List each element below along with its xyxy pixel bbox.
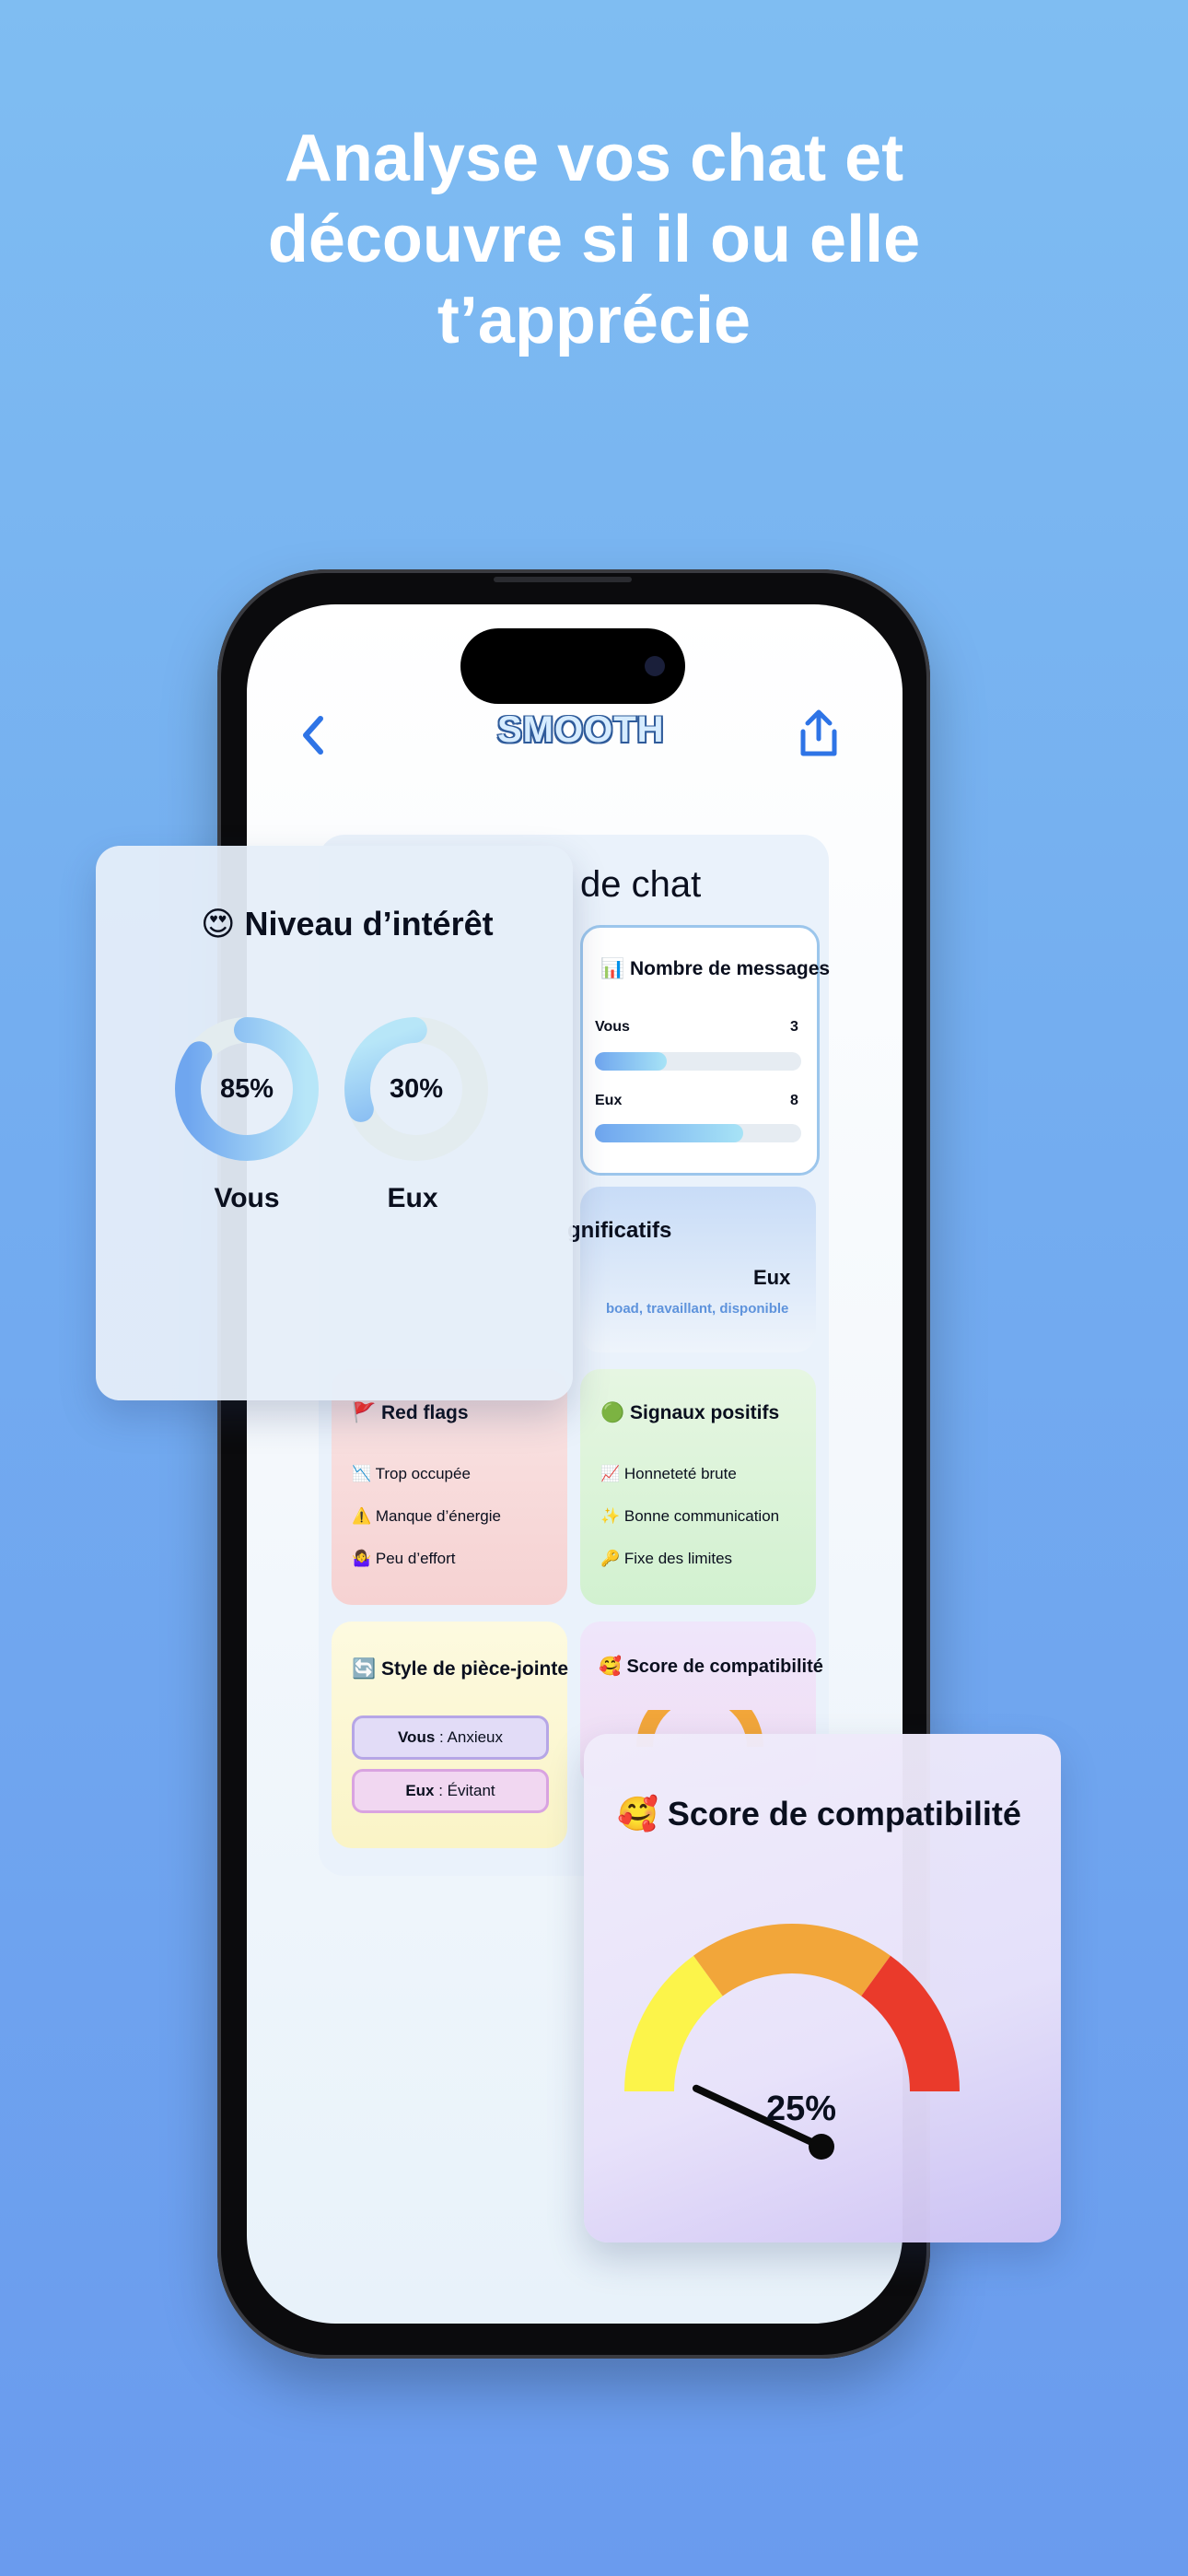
interest-you-percent: 85% [219,1074,274,1104]
red-flag-item: 🤷‍♀️ Peu d’effort [352,1550,456,1567]
compatibility-title: 🥰 Score de compatibilité [617,1795,1021,1832]
messages-them-bar [595,1124,801,1142]
chevron-left-icon [303,716,323,755]
app-logo: SMOOTH [497,709,665,750]
significant-card-title: gnificatifs [567,1218,672,1243]
share-icon [800,709,837,756]
headline-line-1: Analyse vos chat et [284,122,904,195]
headline-line-3: t’apprécie [437,284,751,357]
messages-you-bar [595,1052,801,1071]
interest-you-name: Vous [214,1183,280,1213]
interest-them-percent: 30% [389,1074,444,1104]
positive-signal-item: 🔑 Fixe des limites [600,1550,733,1567]
red-flags-title: 🚩 Red flags [352,1402,469,1423]
red-flag-item: ⚠️ Manque d’énergie [352,1507,501,1525]
red-flag-item: 📉 Trop occupée [352,1465,471,1482]
significant-words: boad, travaillant, disponible [606,1301,789,1317]
gauge-segment-low [624,1955,723,2091]
attachment-you-value: : Anxieux [435,1728,504,1746]
attachment-them-label: Eux [405,1782,435,1799]
phone-speaker [494,577,632,582]
messages-you-count: 3 [790,1019,798,1035]
messages-you-label: Vous [595,1019,630,1035]
compatibility-gauge [624,1924,960,2160]
back-button[interactable] [295,709,332,773]
compatibility-score: 25% [765,2090,837,2128]
messages-them-label: Eux [595,1093,623,1108]
camera-icon [645,656,665,676]
positive-signals-title: 🟢 Signaux positifs [600,1402,780,1423]
significant-who: Eux [753,1266,791,1289]
compatibility-small-title: 🥰 Score de compatibilité [599,1657,823,1677]
interest-level-title: 😍 Niveau d’intérêt [201,905,494,943]
positive-signal-item: 📈 Honneteté brute [600,1465,737,1482]
gauge-segment-high [861,1955,960,2091]
attachment-you-label: Vous [397,1728,436,1746]
attachment-them-value: : Évitant [434,1782,495,1799]
messages-them-bar-fill [595,1124,744,1142]
attachment-you-pill: Vous : Anxieux [352,1715,549,1760]
messages-them-count: 8 [790,1093,798,1108]
messages-you-bar-fill [595,1052,668,1071]
share-button[interactable] [796,708,842,759]
gauge-segment-mid [693,1924,891,1996]
headline: Analyse vos chat et découvre si il ou el… [0,118,1188,361]
gauge-needle-cap [809,2134,834,2160]
panel-title: de chat [580,864,702,905]
attachment-style-title: 🔄 Style de pièce-jointe [352,1658,569,1680]
positive-signal-item: ✨ Bonne communication [600,1507,780,1525]
interest-them-name: Eux [387,1183,438,1213]
messages-card-title: 📊 Nombre de messages [600,958,831,979]
headline-line-2: découvre si il ou elle [267,203,921,276]
attachment-them-pill: Eux : Évitant [352,1769,549,1813]
